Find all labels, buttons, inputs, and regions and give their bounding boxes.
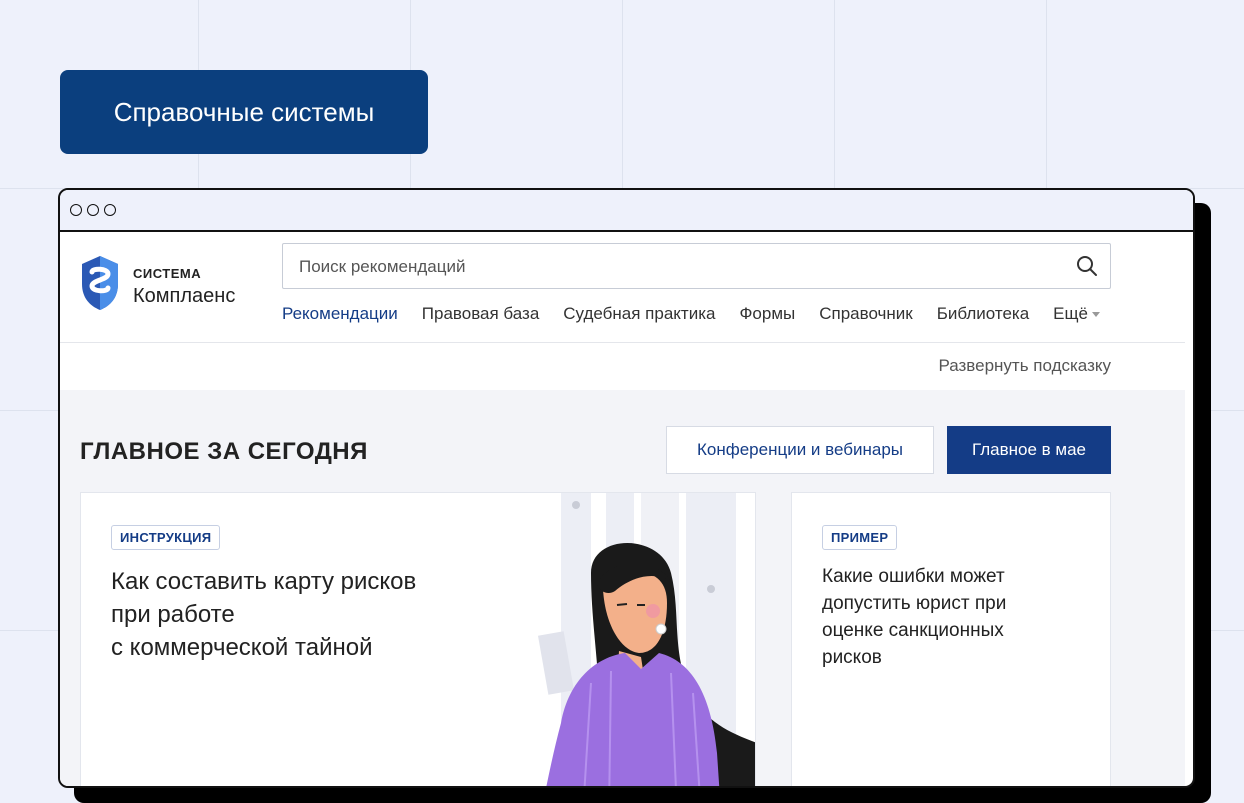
section-title: ГЛАВНОЕ ЗА СЕГОДНЯ (80, 438, 368, 465)
nav-item-forms[interactable]: Формы (739, 294, 795, 342)
chevron-down-icon (1091, 312, 1100, 318)
nav-item-more-label: Ещё (1053, 304, 1088, 323)
shield-logo-icon[interactable] (80, 254, 120, 312)
card-title: Как составить карту рисков при работе с … (111, 565, 491, 664)
main-content: ГЛАВНОЕ ЗА СЕГОДНЯ Конференции и вебинар… (60, 390, 1185, 786)
browser-window: СИСТЕМА Комплаенс Рекомендации Правовая … (58, 188, 1195, 788)
card-title-line: Как составить карту рисков (111, 568, 417, 595)
page-badge: Справочные системы (60, 70, 428, 154)
expand-hint-link[interactable]: Развернуть подсказку (938, 356, 1111, 376)
card-title-line: рисков (822, 647, 882, 668)
main-in-may-button[interactable]: Главное в мае (947, 426, 1111, 474)
card-title-line: оценке санкционных (822, 620, 1004, 641)
card-title-line: допустить юрист при (822, 593, 1007, 614)
window-control-circle[interactable] (70, 204, 82, 216)
card-title-line: при работе (111, 601, 235, 628)
search-box (282, 243, 1111, 290)
window-control-circle[interactable] (87, 204, 99, 216)
main-nav: Рекомендации Правовая база Судебная прак… (282, 294, 1100, 344)
logo-text-bottom: Комплаенс (133, 285, 236, 307)
search-input[interactable] (283, 244, 1071, 290)
card-tag: ИНСТРУКЦИЯ (111, 525, 221, 550)
article-card[interactable]: ПРИМЕР Какие ошибки может допустить юрис… (791, 492, 1111, 786)
search-icon[interactable] (1076, 255, 1098, 277)
card-title-line: Какие ошибки может (822, 566, 1005, 587)
nav-item-reference[interactable]: Справочник (819, 294, 913, 342)
window-control-circle[interactable] (104, 204, 116, 216)
nav-item-recommendations[interactable]: Рекомендации (282, 294, 398, 344)
nav-item-legal-base[interactable]: Правовая база (422, 294, 540, 342)
nav-item-court-practice[interactable]: Судебная практика (563, 294, 715, 342)
conferences-button[interactable]: Конференции и вебинары (666, 426, 934, 474)
card-title: Какие ошибки может допустить юрист при о… (822, 563, 1082, 671)
article-card[interactable]: ИНСТРУКЦИЯ Как составить карту рисков пр… (80, 492, 756, 786)
hint-bar: Развернуть подсказку (60, 343, 1185, 390)
card-tag: ПРИМЕР (822, 525, 898, 550)
nav-item-library[interactable]: Библиотека (937, 294, 1029, 342)
window-titlebar (60, 190, 1193, 232)
nav-item-more[interactable]: Ещё (1053, 294, 1100, 342)
woman-illustration (537, 493, 755, 786)
logo-text-top: СИСТЕМА (133, 266, 202, 281)
site-header: СИСТЕМА Комплаенс Рекомендации Правовая … (60, 232, 1185, 344)
card-title-line: с коммерческой тайной (111, 634, 373, 661)
